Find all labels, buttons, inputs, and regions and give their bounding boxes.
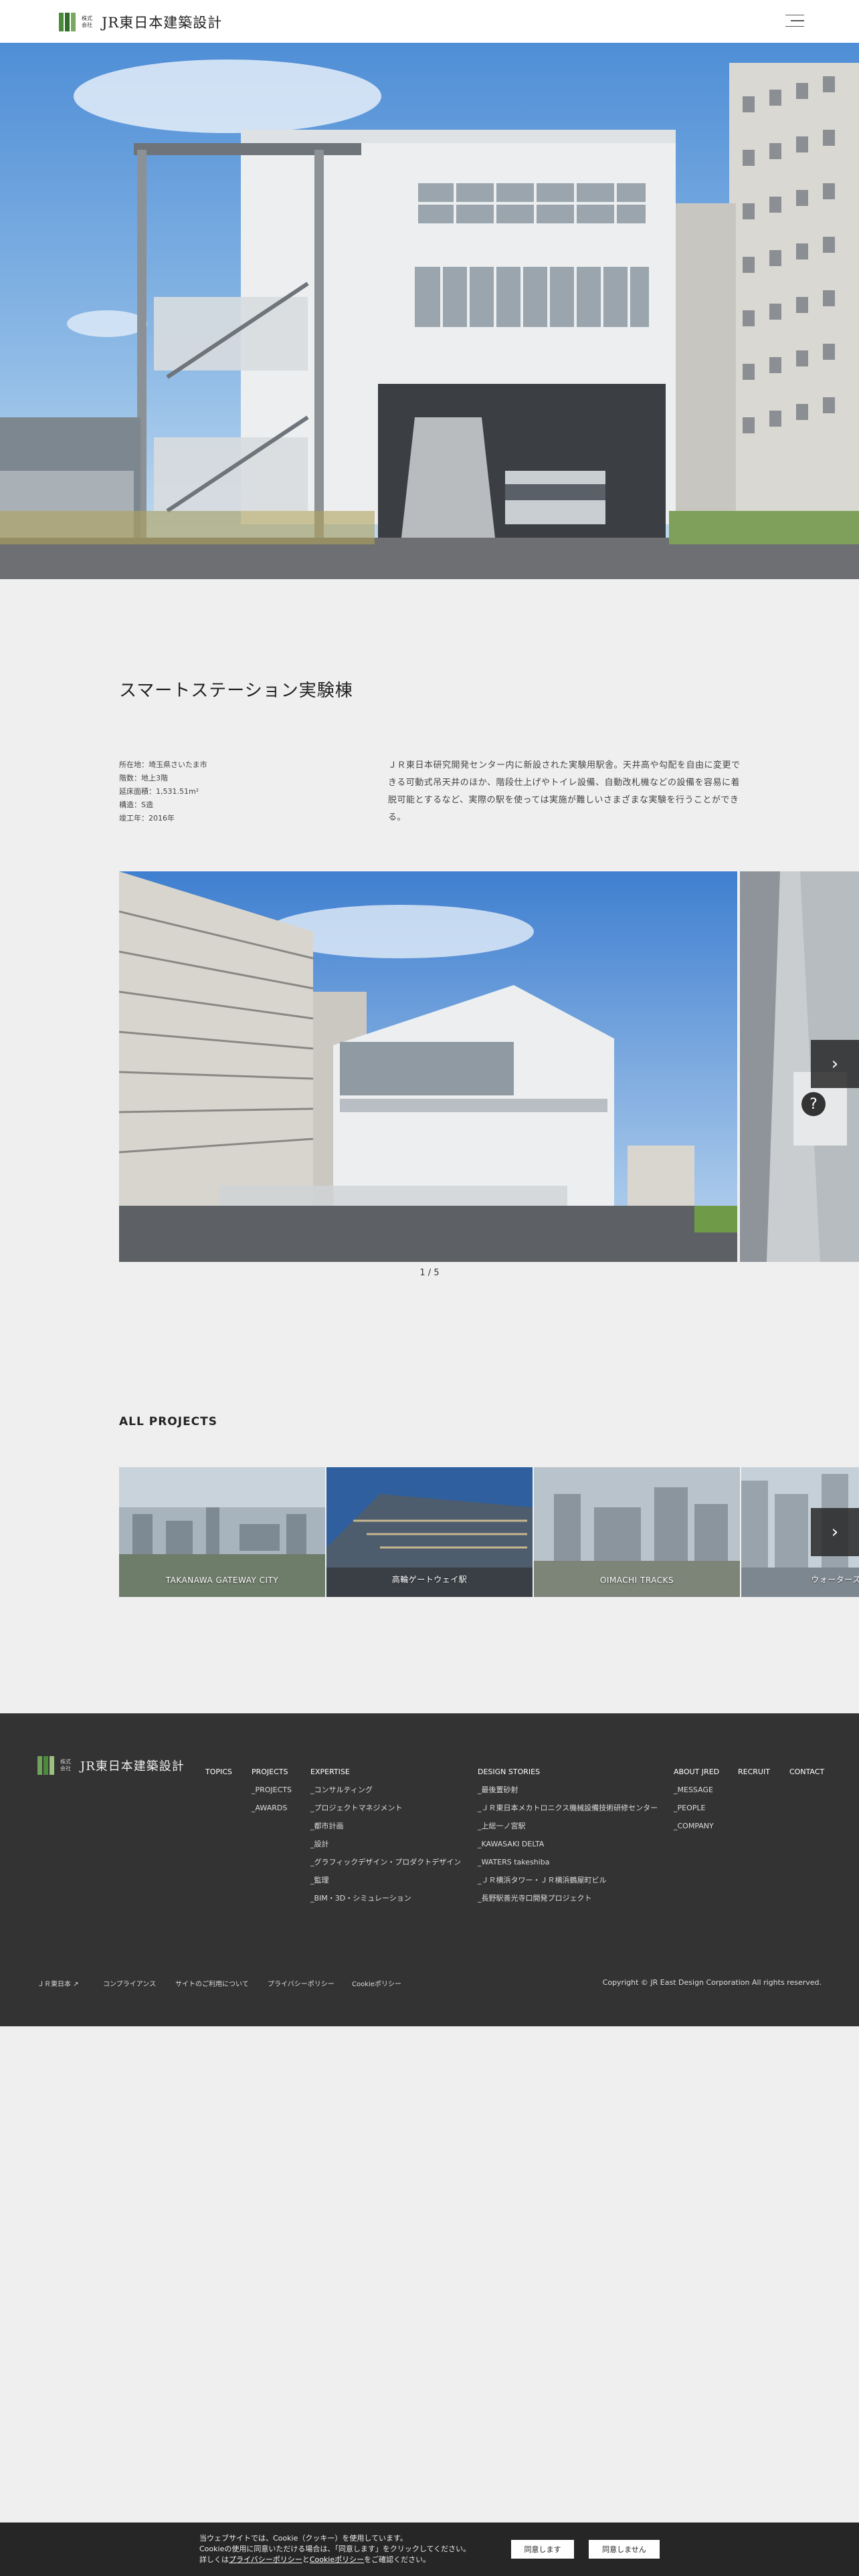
footer-link-jr-east[interactable]: ＪＲ東日本 ↗ [37, 1978, 79, 1988]
gallery-next-button[interactable]: › [811, 1040, 859, 1088]
footer-col-expertise: EXPERTISE _コンサルティング _プロジェクトマネジメント _都市計画 … [310, 1763, 461, 1907]
project-card[interactable]: 高輪ゲートウェイ駅 [326, 1467, 533, 1597]
footer-link-expertise[interactable]: EXPERTISE [310, 1763, 461, 1781]
cookie-accept-button[interactable]: 同意します [511, 2540, 574, 2559]
footer-logo-mark-icon [37, 1756, 55, 1775]
spec-completion: 竣工年：2016年 [119, 814, 175, 823]
footer-link-compliance[interactable]: コンプライアンス [103, 1978, 156, 1988]
footer-link-site-usage[interactable]: サイトのご利用について [175, 1978, 249, 1988]
footer-link-topics[interactable]: TOPICS [205, 1763, 232, 1781]
cookie-decline-button[interactable]: 同意しません [589, 2540, 660, 2559]
footer-link-contact[interactable]: CONTACT [789, 1763, 824, 1781]
spec-location: 所在地：埼玉県さいたま市 [119, 760, 207, 769]
logo-small-text: 株式会社 [82, 15, 92, 28]
footer-link-story-7[interactable]: _長野駅善光寺口開発プロジェクト [478, 1889, 658, 1907]
cookie-privacy-link[interactable]: プライバシーポリシー [229, 2555, 302, 2564]
footer-link-story-2[interactable]: _ＪＲ東日本メカトロニクス機械設備技術研修センター [478, 1799, 658, 1817]
logo-text: JR東日本建築設計 [102, 15, 223, 31]
logo-mark-icon [59, 13, 76, 31]
footer-link-recruit[interactable]: RECRUIT [738, 1763, 770, 1781]
footer-link-design-stories[interactable]: DESIGN STORIES [478, 1763, 658, 1781]
footer-logo-small-text: 株式会社 [60, 1759, 71, 1772]
footer-link-privacy-policy[interactable]: プライバシーポリシー [268, 1978, 335, 1988]
footer-link-story-6[interactable]: _ＪＲ横浜タワー・ＪＲ横浜鶴屋町ビル [478, 1871, 658, 1889]
footer-link-message[interactable]: _MESSAGE [674, 1781, 719, 1799]
footer-col-contact: CONTACT [789, 1763, 824, 1781]
cookie-message: 当ウェブサイトでは、Cookie（クッキー）を使用しています。 Cookieの使… [199, 2533, 470, 2565]
footer-link-about[interactable]: ABOUT JRED [674, 1763, 719, 1781]
project-card[interactable]: TAKANAWA GATEWAY CITY [119, 1467, 325, 1597]
footer-link-consulting[interactable]: _コンサルティング [310, 1781, 461, 1799]
gallery-image-1 [119, 871, 737, 1262]
footer-link-projects[interactable]: PROJECTS [252, 1763, 292, 1781]
footer-col-topics: TOPICS [205, 1763, 232, 1781]
gallery-slide [119, 871, 737, 1262]
footer-link-urban-planning[interactable]: _都市計画 [310, 1817, 461, 1835]
footer-col-about: ABOUT JRED _MESSAGE _PEOPLE _COMPANY [674, 1763, 719, 1835]
cookie-policy-link[interactable]: Cookieポリシー [310, 2555, 364, 2564]
footer-link-supervision[interactable]: _監理 [310, 1871, 461, 1889]
projects-next-button[interactable]: › [811, 1508, 859, 1556]
spec-floor-area: 延床面積：1,531.51m² [119, 787, 199, 796]
footer-link-project-management[interactable]: _プロジェクトマネジメント [310, 1799, 461, 1817]
cookie-banner: 当ウェブサイトでは、Cookie（クッキー）を使用しています。 Cookieの使… [0, 2523, 859, 2576]
site-header: 株式会社 JR東日本建築設計 [0, 0, 859, 43]
footer-link-awards[interactable]: _AWARDS [252, 1799, 292, 1817]
spec-structure: 構造：S造 [119, 800, 153, 809]
footer-link-projects-list[interactable]: _PROJECTS [252, 1781, 292, 1799]
project-specs: 所在地：埼玉県さいたま市 階数：地上3階 延床面積：1,531.51m² 構造：… [119, 758, 207, 825]
project-card-label: 高輪ゲートウェイ駅 [391, 1575, 468, 1584]
footer-link-story-5[interactable]: _WATERS takeshiba [478, 1853, 658, 1871]
footer-col-design-stories: DESIGN STORIES _最後置砂射 _ＪＲ東日本メカトロニクス機械設備技… [478, 1763, 658, 1907]
cookie-line-3-suffix: をご確認ください。 [364, 2555, 431, 2564]
cookie-line-3-prefix: 詳しくは [199, 2555, 229, 2564]
footer-link-story-3[interactable]: _上総一ノ宮駅 [478, 1817, 658, 1835]
cookie-line-3-and: と [302, 2555, 310, 2564]
cookie-line-3: 詳しくはプライバシーポリシーとCookieポリシーをご確認ください。 [199, 2555, 470, 2565]
footer-link-bim[interactable]: _BIM・3D・シミュレーション [310, 1889, 461, 1907]
footer-link-company[interactable]: _COMPANY [674, 1817, 719, 1835]
site-footer: 株式会社 JR東日本建築設計 TOPICS PROJECTS _PROJECTS… [0, 1713, 859, 2026]
gallery-counter: 1 / 5 [419, 1268, 440, 1278]
footer-link-graphic-design[interactable]: _グラフィックデザイン・プロダクトデザイン [310, 1853, 461, 1871]
project-card-label: OIMACHI TRACKS [599, 1576, 674, 1585]
hero-building-illustration [0, 43, 859, 579]
spec-floors: 階数：地上3階 [119, 774, 168, 782]
project-card[interactable]: OIMACHI TRACKS [534, 1467, 740, 1597]
cookie-line-2: Cookieの使用に同意いただける場合は、「同意します」をクリックしてください。 [199, 2545, 471, 2553]
site-logo[interactable]: 株式会社 JR東日本建築設計 [59, 12, 222, 32]
footer-col-projects: PROJECTS _PROJECTS _AWARDS [252, 1763, 292, 1817]
hamburger-menu-icon[interactable] [777, 9, 804, 32]
footer-link-story-1[interactable]: _最後置砂射 [478, 1781, 658, 1799]
cookie-line-1: 当ウェブサイトでは、Cookie（クッキー）を使用しています。 [199, 2534, 407, 2543]
footer-logo[interactable]: 株式会社 JR東日本建築設計 [37, 1756, 185, 1775]
project-description: ＪＲ東日本研究開発センター内に新設された実験用駅舎。天井高や勾配を自由に変更でき… [388, 760, 741, 823]
hero-image [0, 43, 859, 579]
footer-logo-text: JR東日本建築設計 [80, 1759, 185, 1774]
project-card-label: ウォーターズ竹芝 [811, 1575, 859, 1584]
project-title: スマートステーション実験棟 [119, 681, 353, 701]
projects-carousel[interactable]: TAKANAWA GATEWAY CITY 高輪ゲートウェイ駅 OIMACHI … [119, 1467, 859, 1597]
footer-link-design[interactable]: _設計 [310, 1835, 461, 1853]
copyright: Copyright © JR East Design Corporation A… [602, 1978, 822, 1987]
footer-link-story-4[interactable]: _KAWASAKI DELTA [478, 1835, 658, 1853]
footer-link-people[interactable]: _PEOPLE [674, 1799, 719, 1817]
image-gallery[interactable]: › ? [119, 871, 859, 1262]
help-icon: ? [801, 1092, 826, 1116]
all-projects-title: ALL PROJECTS [119, 1415, 217, 1428]
project-card-label: TAKANAWA GATEWAY CITY [165, 1576, 279, 1585]
footer-col-recruit: RECRUIT [738, 1763, 770, 1781]
footer-link-cookie-policy[interactable]: Cookieポリシー [352, 1978, 401, 1988]
